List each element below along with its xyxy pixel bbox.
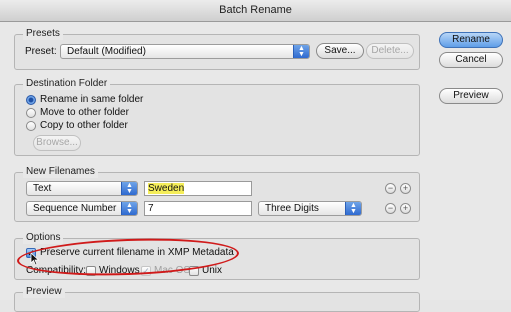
radio-label-rename-same: Rename in same folder	[40, 94, 144, 105]
save-preset-button[interactable]: Save...	[316, 43, 364, 59]
preview-group: Preview	[14, 286, 420, 312]
delete-preset-label: Delete...	[371, 45, 409, 56]
preset-select[interactable]: Default (Modified) ▲ ▼	[60, 44, 310, 59]
select-arrows-icon: ▲ ▼	[121, 202, 137, 215]
window-title-bar: Batch Rename	[0, 0, 511, 22]
preset-label: Preset:	[25, 46, 57, 57]
preview-button[interactable]: Preview	[439, 88, 503, 104]
radio-label-move: Move to other folder	[40, 107, 129, 118]
filename-text-value: Sweden	[148, 183, 185, 194]
destination-legend: Destination Folder	[23, 78, 111, 90]
radio-copy-other-folder[interactable]	[26, 121, 36, 131]
rename-label: Rename	[452, 34, 490, 45]
preview-label: Preview	[453, 90, 489, 101]
filename-type-1-value: Text	[33, 183, 52, 194]
digits-select-value: Three Digits	[265, 203, 319, 214]
radio-label-copy: Copy to other folder	[40, 120, 128, 131]
add-row-1-button[interactable]: +	[400, 183, 411, 194]
select-arrows-icon: ▲ ▼	[121, 182, 137, 195]
save-preset-label: Save...	[324, 45, 356, 56]
preset-select-value: Default (Modified)	[67, 46, 146, 57]
window-title: Batch Rename	[219, 4, 292, 16]
delete-preset-button[interactable]: Delete...	[366, 43, 414, 59]
browse-button[interactable]: Browse...	[33, 135, 81, 151]
digits-select[interactable]: Three Digits ▲ ▼	[258, 201, 362, 216]
select-arrows-icon: ▲ ▼	[293, 45, 309, 58]
cancel-label: Cancel	[455, 54, 487, 65]
add-row-2-button[interactable]: +	[400, 203, 411, 214]
radio-rename-same-folder[interactable]	[26, 95, 36, 105]
sequence-start-value: 7	[148, 203, 154, 214]
cancel-button[interactable]: Cancel	[439, 52, 503, 68]
filename-type-2-value: Sequence Number	[33, 203, 117, 214]
presets-legend: Presets	[23, 28, 63, 40]
select-arrows-icon: ▲ ▼	[345, 202, 361, 215]
remove-row-1-button[interactable]: −	[385, 183, 396, 194]
remove-row-2-button[interactable]: −	[385, 203, 396, 214]
filename-type-select-2[interactable]: Sequence Number ▲ ▼	[26, 201, 138, 216]
rename-button[interactable]: Rename	[439, 32, 503, 48]
options-legend: Options	[23, 232, 64, 244]
new-filenames-legend: New Filenames	[23, 166, 98, 178]
sequence-start-field[interactable]: 7	[144, 201, 252, 216]
filename-text-field[interactable]: Sweden	[144, 181, 252, 196]
preview-legend: Preview	[23, 286, 65, 298]
browse-label: Browse...	[36, 137, 78, 148]
filename-type-select-1[interactable]: Text ▲ ▼	[26, 181, 138, 196]
radio-move-other-folder[interactable]	[26, 108, 36, 118]
